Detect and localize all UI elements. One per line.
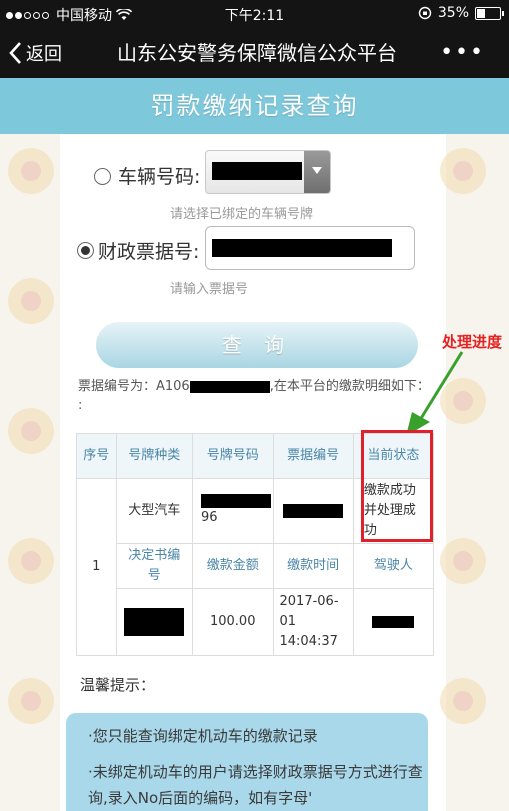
status-bar: 中国移动 下午2:11 35% xyxy=(0,0,509,28)
police-emblem-watermark xyxy=(8,278,54,324)
header-cell: 缴款金额 xyxy=(191,543,274,589)
header-cell: 序号 xyxy=(76,433,117,479)
police-emblem-watermark xyxy=(8,678,54,724)
battery-icon xyxy=(475,6,504,20)
receipt-input[interactable]: A1060406090370 xyxy=(205,226,415,270)
query-button[interactable]: 查 询 xyxy=(96,322,418,368)
paid-time-cell: 2017-06-01 14:04:37 xyxy=(272,588,354,656)
dropdown-arrow-icon xyxy=(304,151,330,193)
police-emblem-watermark xyxy=(8,538,54,584)
amount-cell: 100.00 xyxy=(191,588,274,656)
redacted-text xyxy=(200,494,271,508)
wechat-nav-bar: 返回 山东公安警务保障微信公众平台 ••• xyxy=(0,28,509,78)
battery-percent: 35% xyxy=(437,5,469,21)
back-label: 返回 xyxy=(26,44,62,65)
vehicle-label: 车辆号码: xyxy=(118,166,201,188)
decision-number-cell xyxy=(115,588,193,656)
receipt-number-cell xyxy=(272,478,354,544)
receipt-hint: 请输入票据号 xyxy=(170,282,249,297)
tips-title: 温馨提示： xyxy=(80,676,156,694)
tip-item: ·未绑定机动车的用户请选择财政票据号方式进行查询,录入No后面的编码，如有字母' xyxy=(88,763,423,807)
receipt-label: 财政票据号: xyxy=(98,241,200,263)
plate-type-cell: 大型汽车 xyxy=(115,478,193,544)
redacted-text xyxy=(189,380,270,393)
row-index: 1 xyxy=(76,478,117,656)
header-cell: 号牌种类 xyxy=(115,433,193,479)
vehicle-radio[interactable] xyxy=(94,168,111,185)
result-summary: 票据编号为：A106 ,在本平台的缴款明细如下： xyxy=(78,379,430,394)
header-cell: 缴款时间 xyxy=(272,543,354,589)
chevron-left-icon xyxy=(9,42,21,64)
plate-number-cell: 96 xyxy=(191,478,274,544)
tips-box: ·您只能查询绑定机动车的缴款记录 ·未绑定机动车的用户请选择财政票据号方式进行查… xyxy=(66,713,428,811)
vehicle-select-value: 鲁A1027S xyxy=(212,162,302,180)
colon-continuation: : xyxy=(78,398,83,413)
page-title: 罚款缴纳记录查询 xyxy=(0,78,509,134)
tip-item: ·您只能查询绑定机动车的缴款记录 xyxy=(88,727,318,745)
status-highlight-box xyxy=(361,430,433,542)
header-cell: 号牌号码 xyxy=(191,433,274,479)
battery-group: 35% xyxy=(418,5,504,21)
redacted-text xyxy=(283,503,344,518)
vehicle-select[interactable]: 鲁A1027S xyxy=(205,150,331,194)
police-emblem-watermark xyxy=(8,148,54,194)
driver-cell xyxy=(352,588,435,656)
vehicle-hint: 请选择已绑定的车辆号牌 xyxy=(170,207,314,222)
header-cell: 决定书编号 xyxy=(115,543,193,589)
header-cell: 驾驶人 xyxy=(352,543,435,589)
redacted-text xyxy=(372,615,415,628)
table-subheader-row: 决定书编号 缴款金额 缴款时间 驾驶人 xyxy=(77,543,435,589)
police-emblem-watermark xyxy=(440,678,486,724)
page-content: 罚款缴纳记录查询 车辆号码: 鲁A1027S 请选择已绑定的车辆号牌 财政票据号… xyxy=(0,78,509,811)
police-emblem-watermark xyxy=(8,408,54,454)
receipt-radio[interactable] xyxy=(77,242,94,259)
back-button[interactable]: 返回 xyxy=(8,28,62,78)
receipt-input-value: A1060406090370 xyxy=(212,239,392,257)
police-emblem-watermark xyxy=(440,148,486,194)
header-cell: 票据编号 xyxy=(272,433,354,479)
rotation-lock-icon xyxy=(418,6,432,20)
table-row: 100.00 2017-06-01 14:04:37 xyxy=(77,588,435,656)
nav-title: 山东公安警务保障微信公众平台 xyxy=(117,41,397,65)
redacted-text xyxy=(124,608,185,636)
more-button[interactable]: ••• xyxy=(440,28,485,78)
police-emblem-watermark xyxy=(440,538,486,584)
